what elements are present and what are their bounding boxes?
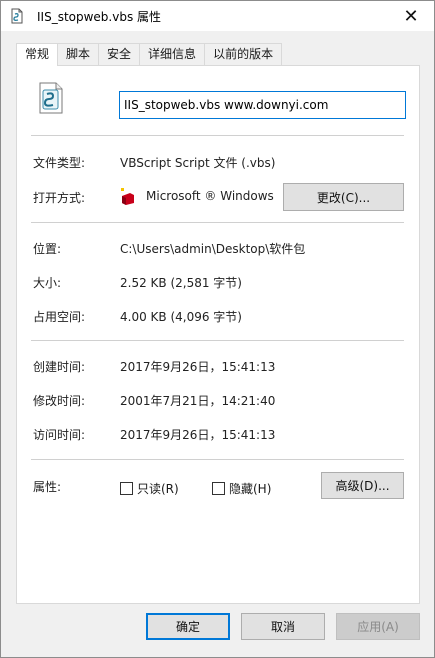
readonly-checkbox-box[interactable] [120, 482, 133, 495]
divider [31, 340, 404, 341]
readonly-checkbox[interactable]: 只读(R) [120, 480, 179, 497]
file-type-label: 文件类型: [33, 156, 86, 170]
tab-previous-versions[interactable]: 以前的版本 [204, 43, 283, 65]
vbs-script-icon [39, 82, 63, 114]
size-on-disk-value: 4.00 KB (4,096 字节) [120, 310, 242, 324]
created-label: 创建时间: [33, 360, 86, 374]
divider [31, 222, 404, 223]
hidden-checkbox[interactable]: 隐藏(H) [212, 480, 271, 497]
properties-dialog: IIS_stopweb.vbs 属性 ✕ 常规 脚本 安全 详细信息 以前的版本… [0, 0, 435, 658]
tab-script[interactable]: 脚本 [57, 43, 100, 65]
advanced-button[interactable]: 高级(D)... [321, 472, 404, 499]
change-button[interactable]: 更改(C)... [283, 183, 404, 211]
vbs-file-icon [11, 8, 23, 24]
window-title: IIS_stopweb.vbs 属性 [37, 10, 162, 24]
location-value: C:\Users\admin\Desktop\软件包 [120, 242, 306, 256]
windows-script-host-icon [121, 188, 134, 205]
tab-details[interactable]: 详细信息 [139, 43, 206, 65]
size-on-disk-label: 占用空间: [33, 310, 86, 324]
size-label: 大小: [33, 276, 62, 290]
accessed-value: 2017年9月26日，15:41:13 [120, 428, 276, 442]
modified-value: 2001年7月21日，14:21:40 [120, 394, 276, 408]
title-bar: IIS_stopweb.vbs 属性 ✕ [1, 1, 434, 31]
general-panel: 文件类型: VBScript Script 文件 (.vbs) 打开方式: Mi… [16, 65, 420, 604]
apply-button[interactable]: 应用(A) [336, 613, 420, 640]
open-with-value: Microsoft ® Windows [146, 189, 274, 203]
open-with-label: 打开方式: [33, 191, 86, 205]
hidden-label: 隐藏(H) [229, 482, 272, 496]
tab-security[interactable]: 安全 [98, 43, 141, 65]
file-name-input[interactable] [119, 91, 406, 119]
file-type-value: VBScript Script 文件 (.vbs) [120, 156, 276, 170]
cancel-button[interactable]: 取消 [241, 613, 325, 640]
close-icon: ✕ [403, 5, 419, 27]
created-value: 2017年9月26日，15:41:13 [120, 360, 276, 374]
readonly-label: 只读(R) [137, 482, 179, 496]
accessed-label: 访问时间: [33, 428, 86, 442]
size-value: 2.52 KB (2,581 字节) [120, 276, 242, 290]
tab-strip: 常规 脚本 安全 详细信息 以前的版本 [16, 43, 283, 66]
attributes-label: 属性: [33, 480, 62, 494]
tab-general[interactable]: 常规 [16, 43, 59, 66]
close-button[interactable]: ✕ [388, 1, 434, 31]
ok-button[interactable]: 确定 [146, 613, 230, 640]
divider [31, 135, 404, 136]
modified-label: 修改时间: [33, 394, 86, 408]
hidden-checkbox-box[interactable] [212, 482, 225, 495]
location-label: 位置: [33, 242, 62, 256]
divider [31, 459, 404, 460]
